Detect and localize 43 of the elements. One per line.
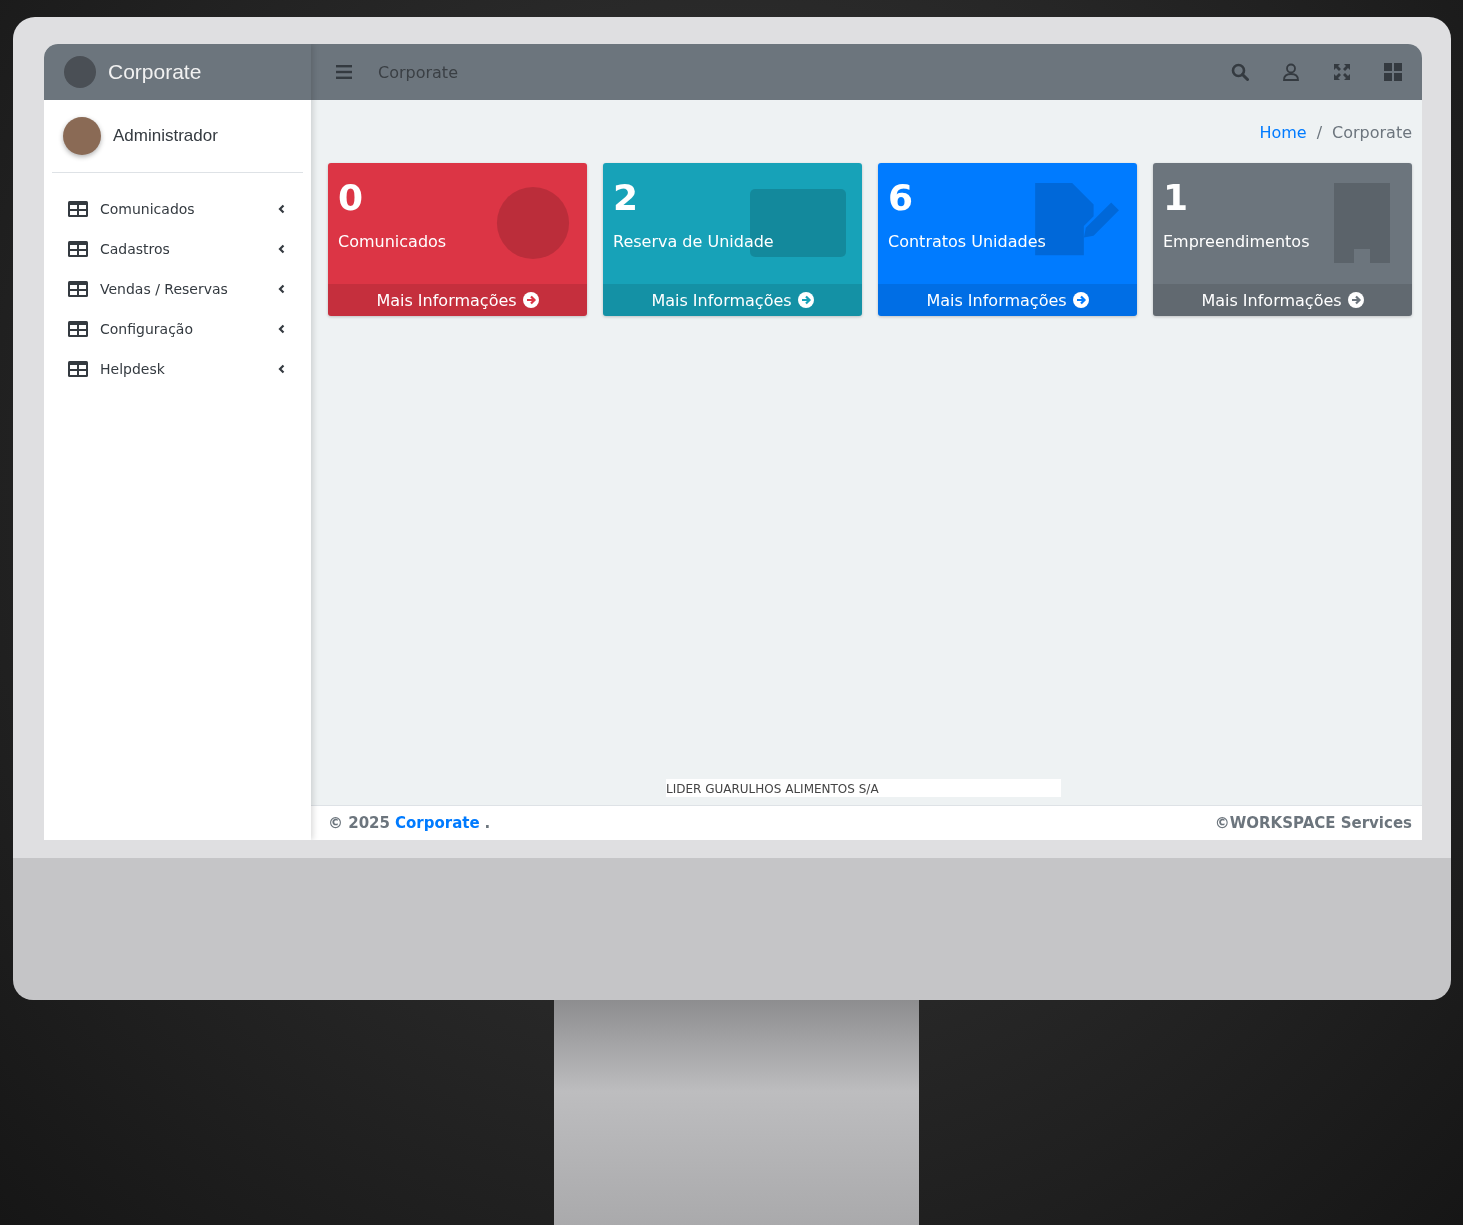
search-icon[interactable] <box>1231 63 1249 81</box>
sidebar-item[interactable]: Configuração <box>68 309 287 349</box>
sidebar-item[interactable]: Helpdesk <box>68 349 287 389</box>
copyright-text: © 2025 <box>328 814 390 832</box>
sidebar-item[interactable]: Vendas / Reservas <box>68 269 287 309</box>
footer-link[interactable]: Corporate <box>395 814 480 832</box>
more-info-link[interactable]: Mais Informações <box>878 284 1137 316</box>
menu-icon[interactable] <box>336 65 352 79</box>
footer-credit: ©WORKSPACE Services <box>1214 814 1412 832</box>
grid-icon[interactable] <box>1384 63 1402 81</box>
table-icon <box>68 241 88 257</box>
brand-name[interactable]: Corporate <box>108 60 202 84</box>
breadcrumb-link[interactable]: Home <box>1259 123 1307 142</box>
more-info-link[interactable]: Mais Informações <box>1153 284 1412 316</box>
breadcrumb-separator: / <box>1316 123 1322 142</box>
breadcrumb-current: Corporate <box>1332 123 1412 142</box>
user-icon[interactable] <box>1282 63 1300 81</box>
stat-value: 1 <box>1163 176 1190 220</box>
arrow-circle-icon <box>522 292 539 308</box>
table-icon <box>68 321 88 337</box>
logo-icon <box>64 56 96 88</box>
avatar <box>63 117 101 155</box>
footer-text: . <box>484 814 491 832</box>
stat-label: Comunicados <box>338 232 448 251</box>
table-icon <box>68 201 88 217</box>
more-info-link[interactable]: Mais Informações <box>603 284 862 316</box>
expand-icon[interactable] <box>1333 63 1351 81</box>
stat-label: Empreendimentos <box>1163 232 1311 251</box>
more-info-link[interactable]: Mais Informações <box>328 284 587 316</box>
sidebar-item[interactable]: Comunicados <box>68 189 287 229</box>
stat-label: Reserva de Unidade <box>613 232 775 251</box>
table-icon <box>68 281 88 297</box>
stat-value: 0 <box>338 176 365 220</box>
stat-value: 6 <box>888 176 915 220</box>
arrow-circle-icon <box>1072 292 1089 308</box>
company-name: LIDER GUARULHOS ALIMENTOS S/A <box>666 779 1061 797</box>
table-icon <box>68 361 88 377</box>
arrow-circle-icon <box>797 292 814 308</box>
stat-value: 2 <box>613 176 640 220</box>
stat-label: Contratos Unidades <box>888 232 1047 251</box>
sidebar-item[interactable]: Cadastros <box>68 229 287 269</box>
arrow-circle-icon <box>1347 292 1364 308</box>
user-name[interactable]: Administrador <box>113 126 218 146</box>
